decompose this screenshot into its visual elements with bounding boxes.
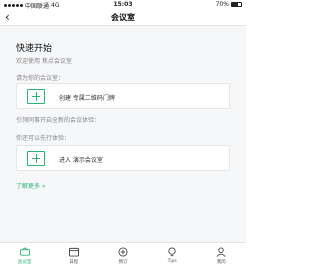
invite-label: 引领同事开启全新的会议体验：: [16, 117, 101, 124]
app-screen: 中国联通 4G 15:03 70% ‹ 会议室 快速开始 欢迎使用 焦点会议室 …: [0, 0, 246, 266]
quick-start-title: 快速开始: [16, 44, 53, 54]
tab-label: 预订: [118, 260, 128, 265]
demo-label: 你还可以先行体验：: [16, 135, 71, 142]
create-qr-card[interactable]: 创建 专属二维码门牌: [16, 83, 230, 109]
create-qr-text: 创建 专属二维码门牌: [59, 95, 115, 102]
welcome-text: 欢迎使用 焦点会议室: [16, 58, 72, 65]
tab-bar: 会议室 日程 预订 Tips 我的: [0, 242, 246, 266]
tab-tips[interactable]: Tips: [148, 243, 197, 266]
plus-icon: [27, 151, 45, 166]
status-bar: 中国联通 4G 15:03 70%: [0, 0, 246, 10]
add-circle-icon: [118, 247, 128, 257]
user-icon: [216, 247, 226, 257]
home-icon: [19, 247, 30, 256]
learn-more-link[interactable]: 了解更多 »: [16, 181, 46, 190]
tab-booking[interactable]: 预订: [98, 243, 147, 266]
demo-room-card[interactable]: 进入 演示会议室: [16, 145, 230, 171]
bulb-icon: [168, 247, 176, 257]
nav-bar: ‹ 会议室: [0, 9, 246, 26]
tab-label: 会议室: [17, 260, 32, 265]
tab-meeting-room[interactable]: 会议室: [0, 243, 49, 266]
tab-label: 我的: [216, 260, 226, 265]
calendar-icon: [68, 247, 79, 257]
battery-icon: [231, 2, 242, 7]
tab-label: Tips: [167, 259, 177, 264]
demo-room-text: 进入 演示会议室: [59, 157, 103, 164]
page-title: 会议室: [111, 13, 135, 22]
create-label: 请为你的会议室：: [16, 75, 65, 82]
tab-label: 日程: [69, 260, 79, 265]
tab-schedule[interactable]: 日程: [49, 243, 98, 266]
status-right: 70%: [216, 1, 242, 8]
battery-label: 70%: [215, 1, 229, 8]
tab-mine[interactable]: 我的: [197, 243, 246, 266]
status-time: 15:03: [113, 1, 133, 8]
plus-icon: [27, 89, 45, 104]
